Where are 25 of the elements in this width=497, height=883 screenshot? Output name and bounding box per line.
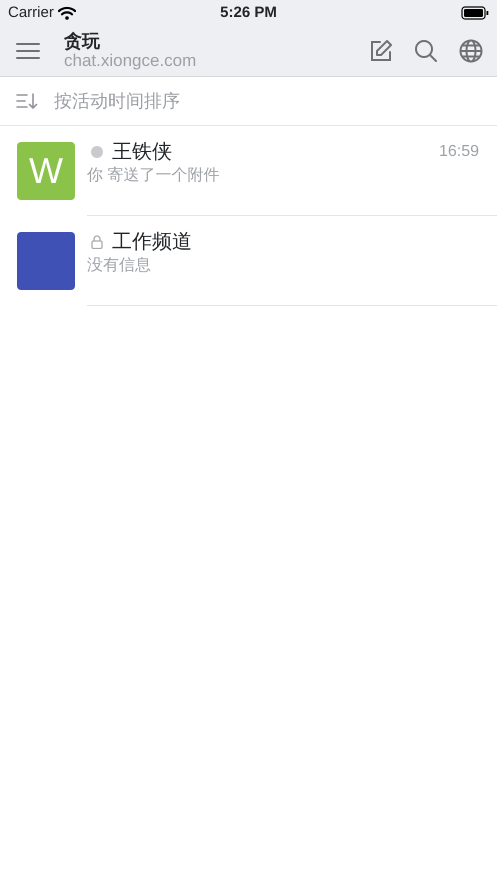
edit-icon	[369, 39, 393, 63]
timestamp: 16:59	[438, 142, 479, 162]
wifi-icon	[58, 6, 76, 20]
menu-button[interactable]	[16, 41, 40, 61]
carrier-label: Carrier	[8, 2, 54, 23]
server-address: chat.xiongce.com	[64, 52, 198, 70]
battery-icon	[461, 6, 489, 20]
menu-icon	[16, 41, 40, 61]
channel-row[interactable]: 工作频道 没有信息	[0, 216, 497, 306]
language-button[interactable]	[459, 39, 483, 63]
message-preview: 没有信息	[87, 256, 152, 276]
channel-name: 工作频道	[112, 230, 192, 254]
status-time: 5:26 PM	[219, 2, 278, 23]
message-preview: 你 寄送了一个附件	[87, 166, 220, 186]
status-dot	[91, 146, 103, 158]
search-button[interactable]	[414, 39, 438, 63]
sort-icon	[16, 93, 38, 109]
globe-icon	[459, 39, 483, 63]
channel-name: 王铁侠	[112, 140, 172, 164]
lock-icon	[91, 235, 103, 249]
avatar: W	[17, 142, 75, 200]
channel-row[interactable]: W 王铁侠 16:59 你 寄送了一个附件	[0, 126, 497, 216]
search-icon	[414, 39, 438, 63]
compose-button[interactable]	[369, 39, 393, 63]
workspace-title: 贪玩	[64, 32, 101, 52]
